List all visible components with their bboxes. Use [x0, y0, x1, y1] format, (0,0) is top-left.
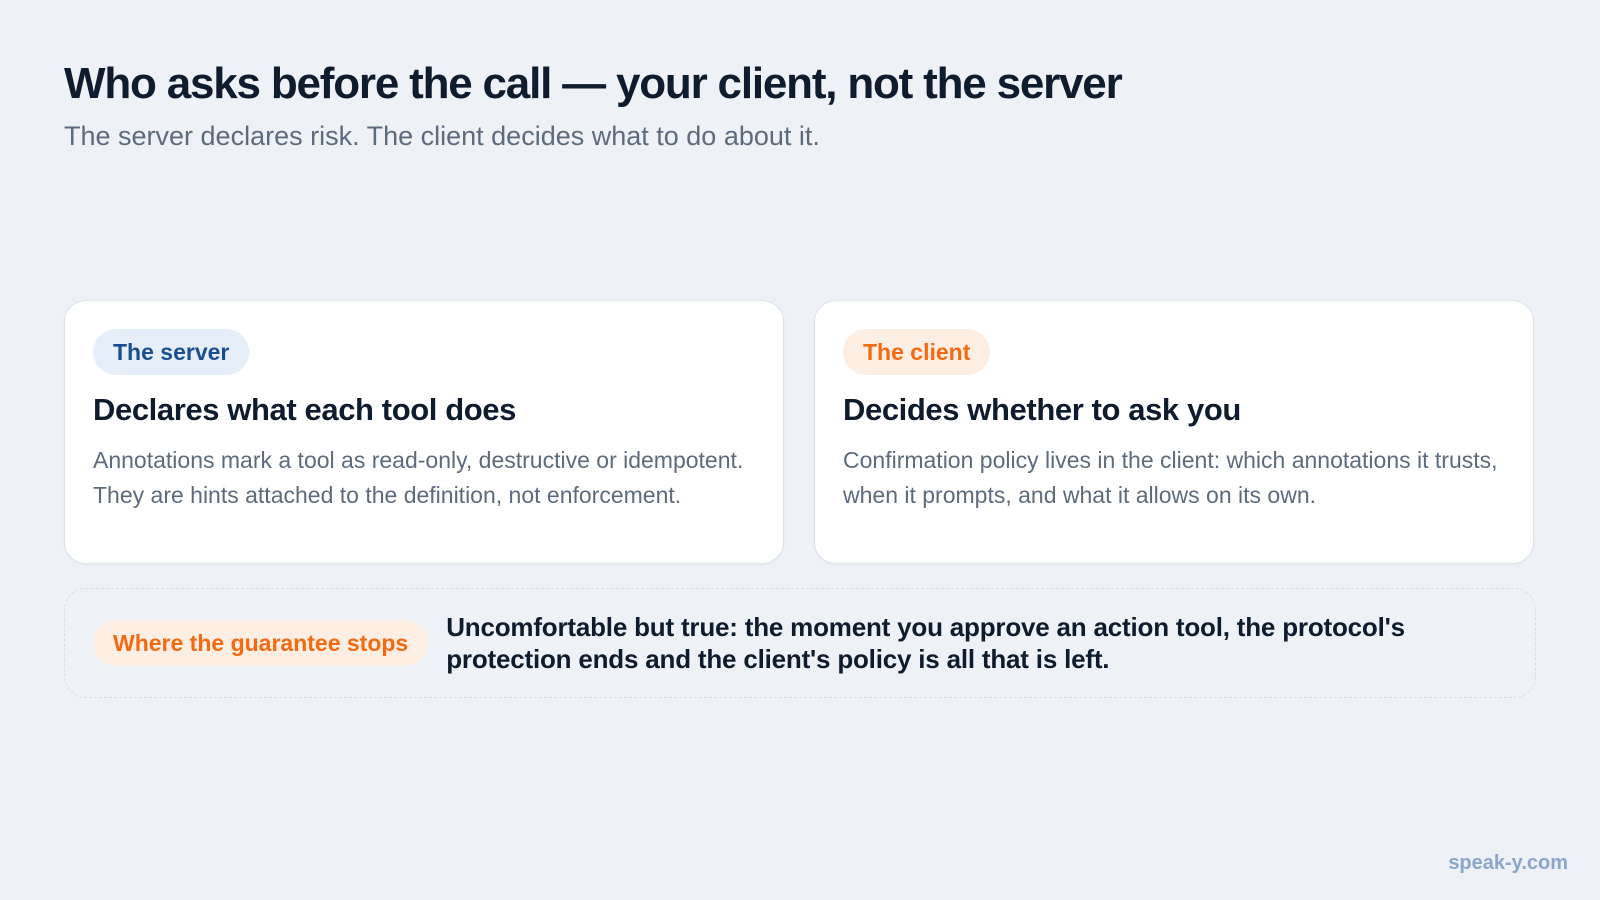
slide-title: Who asks before the call — your client, …: [64, 59, 1123, 108]
server-card: The server Declares what each tool does …: [64, 300, 784, 564]
client-card-heading: Decides whether to ask you: [843, 392, 1241, 427]
guarantee-note: Where the guarantee stops Uncomfortable …: [64, 588, 1536, 698]
slide-subtitle: The server declares risk. The client dec…: [64, 121, 820, 151]
guarantee-tag: Where the guarantee stops: [93, 620, 429, 666]
client-card: The client Decides whether to ask you Co…: [814, 300, 1534, 564]
client-card-body: Confirmation policy lives in the client:…: [843, 447, 1498, 508]
server-card-heading: Declares what each tool does: [93, 392, 516, 427]
server-tag: The server: [93, 329, 250, 375]
slide: Who asks before the call — your client, …: [0, 0, 1600, 900]
guarantee-note-text: Uncomfortable but true: the moment you a…: [446, 612, 1405, 674]
server-card-body: Annotations mark a tool as read-only, de…: [93, 447, 744, 508]
footer-brand: speak-y.com: [1448, 852, 1568, 874]
client-tag: The client: [843, 329, 991, 375]
